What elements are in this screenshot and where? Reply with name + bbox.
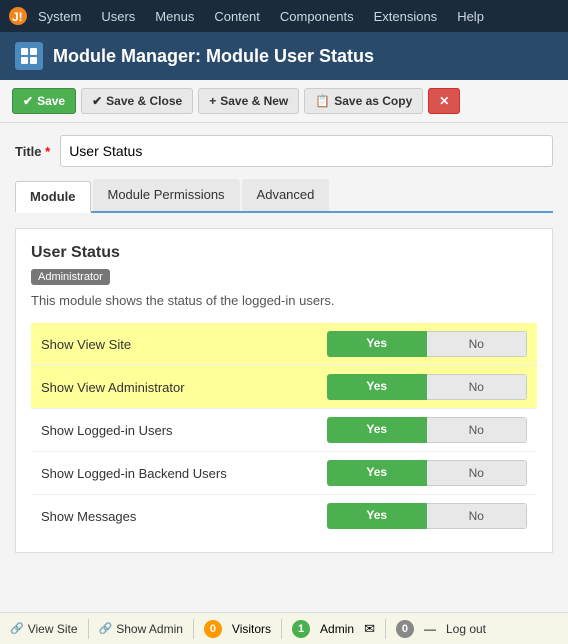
view-site-item: 🔗 View Site: [10, 622, 78, 636]
divider-1: [88, 619, 89, 639]
save-copy-button[interactable]: 📋 Save as Copy: [304, 88, 423, 114]
nav-content[interactable]: Content: [204, 0, 270, 32]
toggle-row: Show Messages Yes No: [31, 495, 537, 537]
save-icon: ✔: [23, 94, 33, 108]
close-button[interactable]: ✕: [428, 88, 460, 114]
save-new-button[interactable]: + Save & New: [198, 88, 299, 114]
toggle-row: Show View Administrator Yes No: [31, 366, 537, 409]
save-button[interactable]: ✔ Save: [12, 88, 76, 114]
save-label: Save: [37, 94, 65, 108]
dash-icon: —: [424, 622, 436, 636]
toggle-label-4: Show Messages: [41, 509, 327, 524]
show-admin-item: 🔗 Show Admin: [99, 622, 183, 636]
toggle-no-1[interactable]: No: [427, 374, 528, 400]
save-close-label: Save & Close: [106, 94, 182, 108]
module-panel: User Status Administrator This module sh…: [15, 228, 553, 553]
toggle-no-2[interactable]: No: [427, 417, 528, 443]
title-input[interactable]: [60, 135, 553, 167]
tab-module[interactable]: Module: [15, 181, 91, 213]
toggle-control-0: Yes No: [327, 331, 527, 357]
toggle-yes-3[interactable]: Yes: [327, 460, 427, 486]
check-icon: ✔: [92, 94, 102, 108]
nav-components[interactable]: Components: [270, 0, 364, 32]
plus-icon: +: [209, 94, 216, 108]
top-navigation: J! System Users Menus Content Components…: [0, 0, 568, 32]
joomla-logo: J!: [8, 6, 28, 26]
toggle-no-3[interactable]: No: [427, 460, 528, 486]
divider-4: [385, 619, 386, 639]
toggle-rows: Show View Site Yes No Show View Administ…: [31, 323, 537, 537]
divider-2: [193, 619, 194, 639]
logout-link[interactable]: Log out: [446, 622, 486, 636]
save-copy-label: Save as Copy: [334, 94, 412, 108]
nav-system[interactable]: System: [28, 0, 91, 32]
toggle-row: Show Logged-in Backend Users Yes No: [31, 452, 537, 495]
messages-badge: 0: [396, 620, 414, 638]
toggle-label-3: Show Logged-in Backend Users: [41, 466, 327, 481]
title-row: Title *: [15, 135, 553, 167]
close-icon: ✕: [439, 94, 449, 108]
visitors-label: Visitors: [232, 622, 271, 636]
nav-help[interactable]: Help: [447, 0, 494, 32]
toggle-yes-0[interactable]: Yes: [327, 331, 427, 357]
toggle-no-0[interactable]: No: [427, 331, 528, 357]
admin-count-badge: 1: [292, 620, 310, 638]
title-label: Title *: [15, 144, 50, 159]
nav-menus[interactable]: Menus: [145, 0, 204, 32]
tab-module-permissions[interactable]: Module Permissions: [93, 179, 240, 211]
admin-label: Admin: [320, 622, 354, 636]
page-title: Module Manager: Module User Status: [53, 46, 374, 67]
toggle-yes-2[interactable]: Yes: [327, 417, 427, 443]
svg-text:J!: J!: [12, 10, 23, 24]
toggle-yes-4[interactable]: Yes: [327, 503, 427, 529]
toggle-row: Show Logged-in Users Yes No: [31, 409, 537, 452]
message-icon: ✉: [364, 621, 375, 637]
status-bar: 🔗 View Site 🔗 Show Admin 0 Visitors 1 Ad…: [0, 612, 568, 644]
view-site-link[interactable]: View Site: [28, 622, 78, 636]
view-site-icon: 🔗: [10, 622, 24, 635]
divider-3: [281, 619, 282, 639]
toggle-control-2: Yes No: [327, 417, 527, 443]
visitors-badge: 0: [204, 620, 222, 638]
content-area: Title * Module Module Permissions Advanc…: [0, 123, 568, 565]
toggle-label-0: Show View Site: [41, 337, 327, 352]
module-icon: [15, 42, 43, 70]
show-admin-link[interactable]: Show Admin: [116, 622, 183, 636]
toggle-control-3: Yes No: [327, 460, 527, 486]
toggle-control-1: Yes No: [327, 374, 527, 400]
tab-advanced[interactable]: Advanced: [242, 179, 330, 211]
toggle-row: Show View Site Yes No: [31, 323, 537, 366]
toggle-label-2: Show Logged-in Users: [41, 423, 327, 438]
required-indicator: *: [45, 144, 50, 159]
save-new-label: Save & New: [220, 94, 288, 108]
nav-extensions[interactable]: Extensions: [364, 0, 448, 32]
toggle-control-4: Yes No: [327, 503, 527, 529]
module-description: This module shows the status of the logg…: [31, 293, 537, 308]
save-close-button[interactable]: ✔ Save & Close: [81, 88, 193, 114]
nav-users[interactable]: Users: [91, 0, 145, 32]
toggle-yes-1[interactable]: Yes: [327, 374, 427, 400]
toggle-label-1: Show View Administrator: [41, 380, 327, 395]
module-section-title: User Status: [31, 244, 537, 262]
nav-items: System Users Menus Content Components Ex…: [28, 0, 494, 32]
copy-icon: 📋: [315, 94, 330, 108]
toolbar: ✔ Save ✔ Save & Close + Save & New 📋 Sav…: [0, 80, 568, 123]
tab-bar: Module Module Permissions Advanced: [15, 179, 553, 213]
toggle-no-4[interactable]: No: [427, 503, 528, 529]
admin-badge: Administrator: [31, 269, 110, 285]
header-bar: Module Manager: Module User Status: [0, 32, 568, 80]
show-admin-icon: 🔗: [99, 622, 113, 635]
